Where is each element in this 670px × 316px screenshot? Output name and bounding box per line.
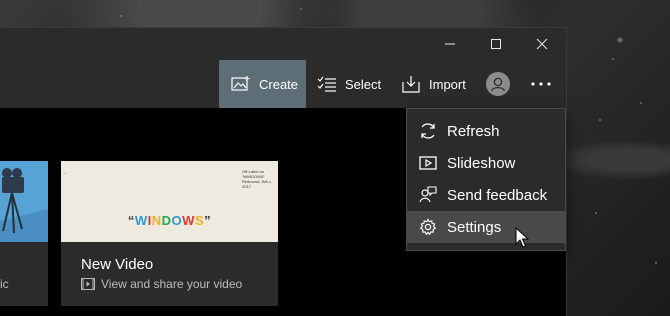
- wallpaper-speck: [300, 8, 302, 10]
- select-label: Select: [345, 76, 382, 92]
- video-thumbnail: [0, 161, 48, 242]
- menu-item-label: Settings: [447, 218, 502, 236]
- refresh-icon: [418, 121, 438, 141]
- wallpaper-speck: [655, 262, 657, 264]
- more-options-button[interactable]: [530, 60, 552, 108]
- video-thumbnail: — Off-Label do “WINDOWS” Redmond, WA c. …: [61, 161, 278, 242]
- video-card[interactable]: ic: [0, 161, 48, 306]
- create-label: Create: [259, 76, 299, 92]
- thumbnail-letter: ”: [204, 213, 212, 228]
- title-bar: [0, 28, 566, 60]
- mouse-cursor-icon: [515, 227, 529, 248]
- thumbnail-letter: D: [161, 213, 172, 228]
- create-icon: [231, 74, 251, 94]
- more-options-menu: Refresh Slideshow Send feedback Settings: [406, 108, 566, 251]
- menu-item-send-feedback[interactable]: Send feedback: [407, 179, 565, 211]
- menu-item-slideshow[interactable]: Slideshow: [407, 147, 565, 179]
- close-button[interactable]: [519, 28, 565, 60]
- import-button[interactable]: Import: [401, 60, 466, 108]
- thumbnail-letter: “: [127, 213, 135, 228]
- gear-icon: [418, 217, 438, 237]
- video-subtitle: View and share your video: [101, 277, 243, 291]
- minimize-icon: [445, 43, 455, 45]
- wallpaper-speck: [120, 15, 122, 17]
- thumbnail-mark: —: [63, 170, 67, 175]
- menu-item-label: Refresh: [447, 122, 500, 140]
- menu-item-refresh[interactable]: Refresh: [407, 115, 565, 147]
- select-button[interactable]: Select: [317, 60, 381, 108]
- wallpaper-speck: [595, 212, 597, 214]
- avatar-icon: [486, 72, 510, 96]
- wallpaper-speck: [612, 58, 614, 60]
- thumbnail-word: “WINDOWS”: [61, 213, 278, 228]
- thumbnail-letter: N: [151, 213, 162, 228]
- menu-item-label: Slideshow: [447, 154, 516, 172]
- import-label: Import: [429, 76, 466, 92]
- video-subtitle-row: View and share your video: [81, 277, 242, 291]
- close-icon: [536, 38, 548, 50]
- video-subtitle: ic: [0, 277, 9, 291]
- select-icon: [317, 74, 337, 94]
- video-icon: [81, 278, 95, 290]
- ellipsis-icon: [531, 82, 551, 86]
- create-button[interactable]: Create: [219, 60, 306, 108]
- account-button[interactable]: [486, 60, 510, 108]
- toolbar: Create Select Import: [0, 60, 566, 108]
- video-title: New Video: [81, 256, 154, 273]
- video-card[interactable]: — Off-Label do “WINDOWS” Redmond, WA c. …: [61, 161, 278, 306]
- wallpaper-speck: [640, 102, 642, 104]
- slideshow-icon: [418, 153, 438, 173]
- thumbnail-letter: S: [194, 213, 205, 228]
- camera-tripod-image: [0, 168, 48, 242]
- menu-item-settings[interactable]: Settings: [407, 211, 565, 243]
- feedback-icon: [418, 185, 438, 205]
- menu-item-label: Send feedback: [447, 186, 548, 204]
- import-icon: [401, 74, 421, 94]
- thumbnail-letter: W: [134, 213, 148, 228]
- thumbnail-letter: W: [182, 213, 195, 228]
- maximize-button[interactable]: [473, 28, 519, 60]
- thumbnail-note: Off-Label do “WINDOWS” Redmond, WA c. 20…: [242, 169, 272, 189]
- minimize-button[interactable]: [427, 28, 473, 60]
- maximize-icon: [491, 39, 501, 49]
- thumbnail-letter: O: [171, 213, 183, 228]
- thumbnail-word-text: “WINDOWS”: [128, 213, 211, 228]
